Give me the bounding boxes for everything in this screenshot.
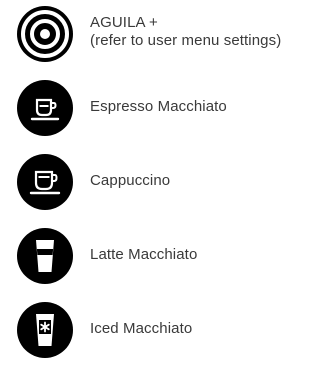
iced-macchiato-glass-icon xyxy=(16,301,74,359)
menu-item-espresso-macchiato-label: Espresso Macchiato xyxy=(90,98,227,115)
aguila-plus-note: (refer to user menu settings) xyxy=(90,32,282,49)
espresso-macchiato-cup-icon xyxy=(16,79,74,137)
menu-item-espresso-macchiato[interactable]: Espresso Macchiato xyxy=(0,76,320,140)
menu-item-iced-macchiato[interactable]: Iced Macchiato xyxy=(0,298,320,362)
aguila-target-icon xyxy=(16,5,74,63)
latte-macchiato-glass-icon xyxy=(16,227,74,285)
menu-item-aguila-plus-label: AGUILA + (refer to user menu settings) xyxy=(90,14,281,50)
menu-item-cappuccino[interactable]: Cappuccino xyxy=(0,150,320,214)
aguila-plus-title: AGUILA + xyxy=(90,14,158,31)
menu-item-aguila-plus[interactable]: AGUILA + (refer to user menu settings) xyxy=(0,2,320,66)
menu-item-cappuccino-label: Cappuccino xyxy=(90,172,171,189)
cappuccino-cup-icon xyxy=(16,153,74,211)
menu-item-latte-macchiato[interactable]: Latte Macchiato xyxy=(0,224,320,288)
menu-item-iced-macchiato-label: Iced Macchiato xyxy=(90,320,193,337)
menu-item-latte-macchiato-label: Latte Macchiato xyxy=(90,246,198,263)
